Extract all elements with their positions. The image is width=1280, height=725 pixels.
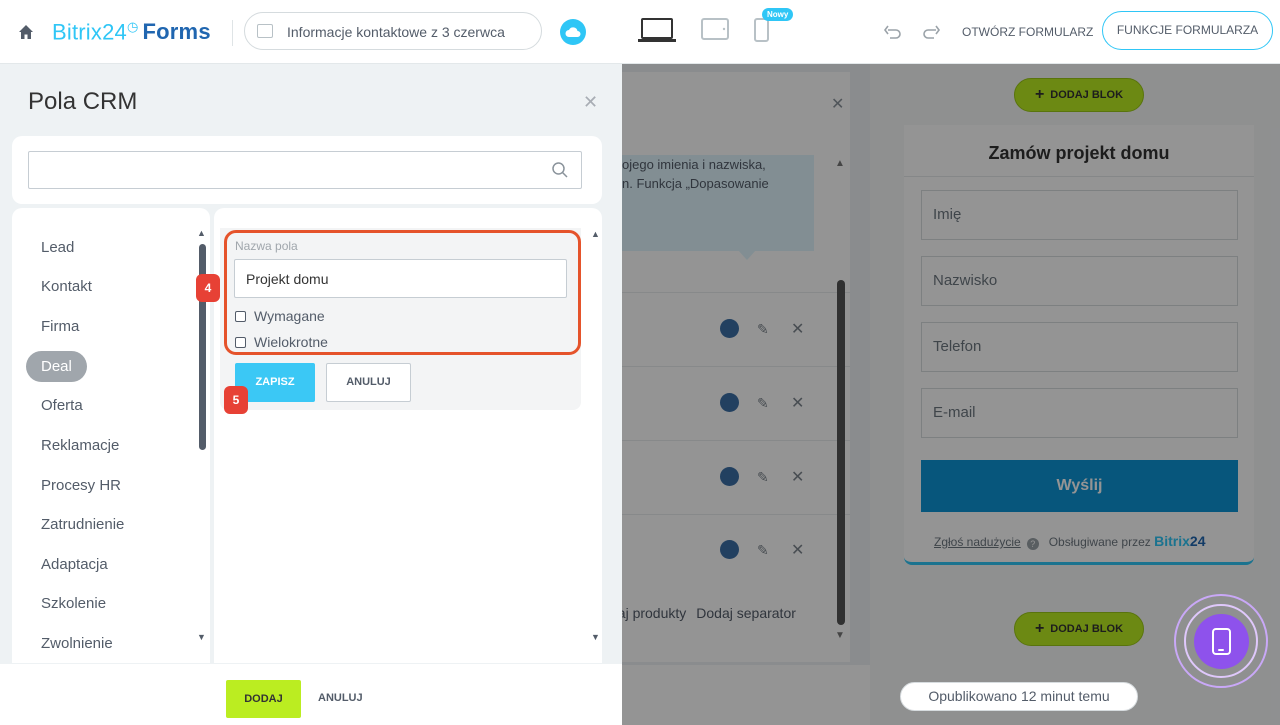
step-badge-4: 4 bbox=[196, 274, 220, 302]
field-detail-card: Nazwa pola Projekt domu Wymagane Wielokr… bbox=[214, 208, 602, 663]
top-bar: Bitrix24◷ Forms Informacje kontaktowe z 3… bbox=[0, 0, 1280, 64]
scroll-down-icon[interactable]: ▼ bbox=[197, 632, 206, 642]
add-button[interactable]: DODAJ bbox=[226, 680, 301, 718]
field-edit-form: Nazwa pola Projekt domu Wymagane Wielokr… bbox=[220, 228, 581, 410]
open-form-link[interactable]: OTWÓRZ FORMULARZ bbox=[962, 25, 1093, 39]
category-contact[interactable]: Kontakt bbox=[26, 271, 107, 302]
footer-cancel-button[interactable]: ANULUJ bbox=[318, 692, 363, 704]
panel-footer: DODAJ ANULUJ bbox=[0, 664, 622, 725]
category-training[interactable]: Szkolenie bbox=[26, 588, 121, 619]
home-icon[interactable] bbox=[18, 24, 34, 40]
new-badge: Nowy bbox=[762, 8, 794, 21]
form-name-text: Informacje kontaktowe z 3 czerwca bbox=[287, 24, 505, 40]
close-icon[interactable]: ✕ bbox=[583, 92, 598, 113]
category-onboarding[interactable]: Adaptacja bbox=[26, 549, 123, 580]
phone-icon bbox=[1212, 628, 1231, 655]
form-name-field[interactable]: Informacje kontaktowe z 3 czerwca bbox=[244, 12, 542, 50]
brand-name: Bitrix24 bbox=[52, 19, 127, 45]
category-lead[interactable]: Lead bbox=[26, 232, 89, 263]
brand-product: Forms bbox=[142, 19, 211, 45]
search-icon[interactable] bbox=[551, 161, 569, 179]
tablet-view-icon[interactable] bbox=[701, 18, 729, 42]
category-complaints[interactable]: Reklamacje bbox=[26, 430, 134, 461]
image-icon bbox=[257, 24, 273, 38]
category-hr-processes[interactable]: Procesy HR bbox=[26, 470, 136, 501]
category-hiring[interactable]: Zatrudnienie bbox=[26, 509, 139, 540]
panel-title: Pola CRM bbox=[28, 88, 138, 115]
mobile-preview-button[interactable] bbox=[1194, 614, 1249, 669]
redo-icon[interactable] bbox=[922, 24, 940, 40]
scroll-down-icon[interactable]: ▼ bbox=[591, 632, 600, 642]
category-dismissal[interactable]: Zwolnienie bbox=[26, 628, 128, 659]
undo-icon[interactable] bbox=[884, 24, 902, 40]
crm-fields-panel: Pola CRM ✕ Lead Kontakt Firma Deal Ofert… bbox=[0, 64, 622, 725]
cloud-save-button[interactable] bbox=[560, 19, 586, 45]
category-list: Lead Kontakt Firma Deal Oferta Reklamacj… bbox=[12, 208, 210, 663]
step-badge-5: 5 bbox=[224, 386, 248, 414]
divider bbox=[232, 20, 233, 46]
clock-icon: ◷ bbox=[126, 19, 139, 34]
category-offer[interactable]: Oferta bbox=[26, 390, 98, 421]
cloud-icon bbox=[565, 27, 581, 37]
published-status: Opublikowano 12 minut temu bbox=[900, 682, 1138, 711]
form-functions-button[interactable]: FUNKCJE FORMULARZA bbox=[1102, 11, 1273, 50]
highlight-outline bbox=[224, 230, 581, 355]
scroll-up-icon[interactable]: ▲ bbox=[197, 228, 206, 238]
desktop-view-icon[interactable] bbox=[638, 18, 676, 44]
category-deal[interactable]: Deal bbox=[26, 351, 87, 382]
brand-logo: Bitrix24◷ Forms bbox=[52, 19, 211, 45]
cancel-button[interactable]: ANULUJ bbox=[326, 363, 411, 402]
category-company[interactable]: Firma bbox=[26, 311, 94, 342]
mobile-view-icon[interactable] bbox=[754, 18, 770, 44]
search-input[interactable] bbox=[28, 151, 582, 189]
scroll-up-icon[interactable]: ▲ bbox=[591, 229, 600, 239]
search-card bbox=[12, 136, 602, 204]
